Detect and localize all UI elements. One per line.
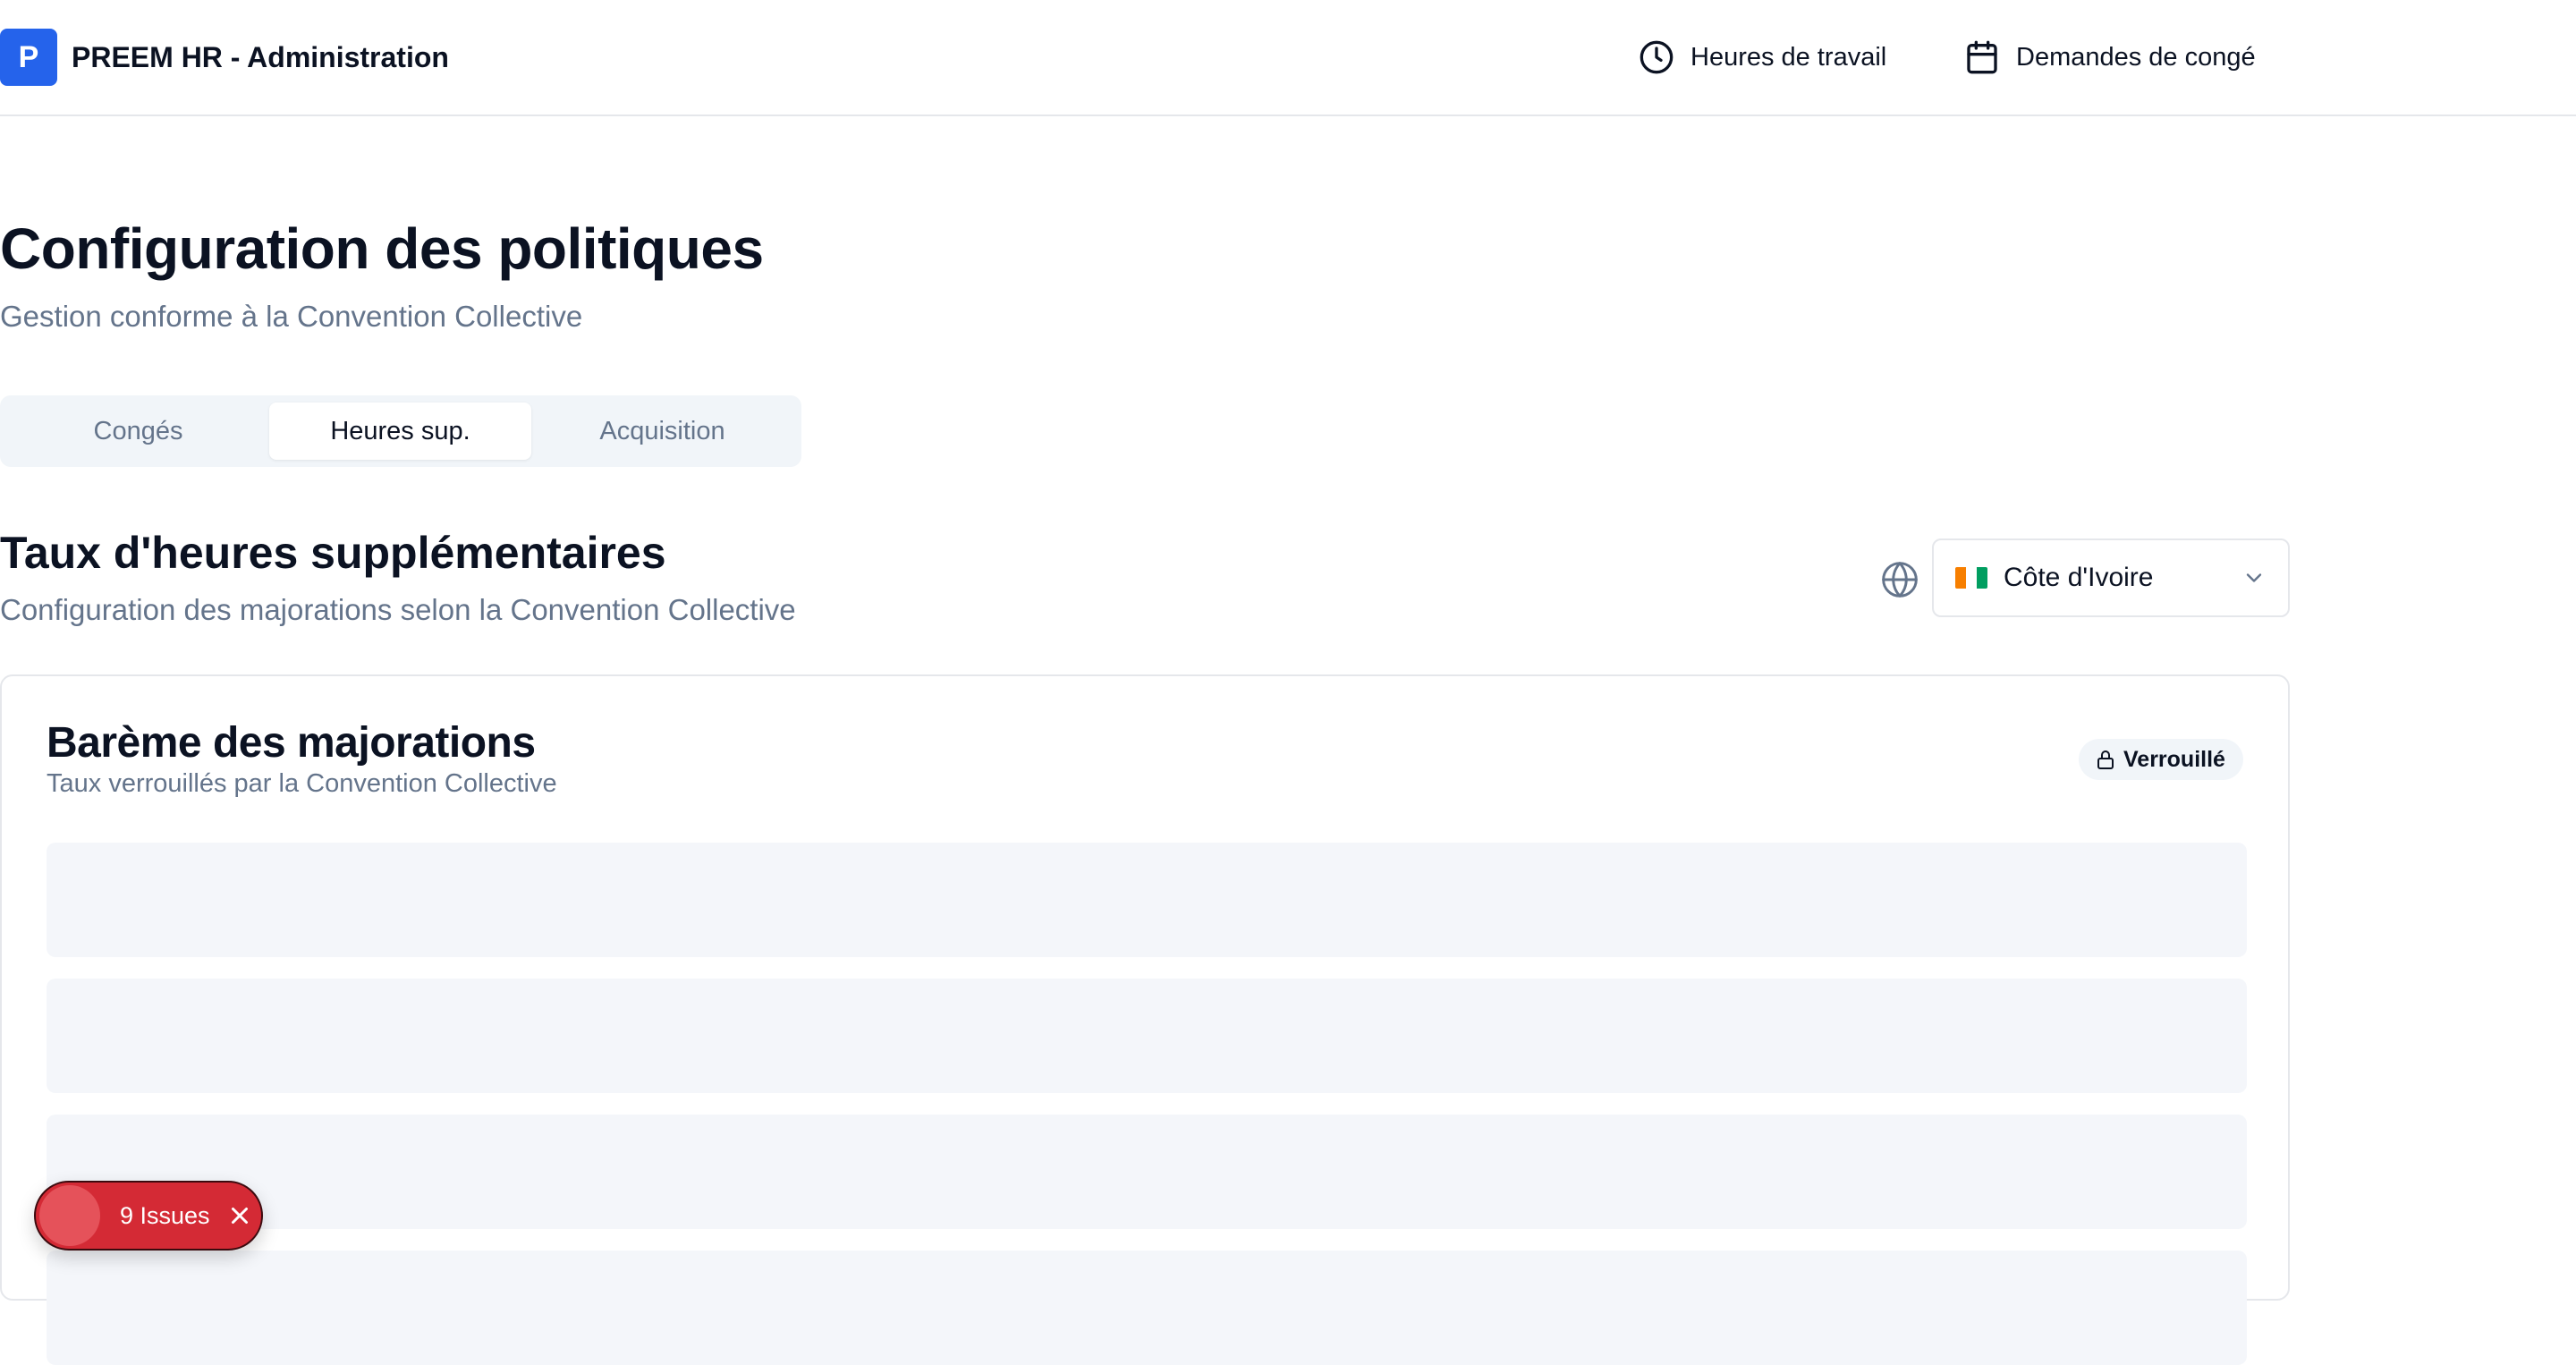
logo-letter: P [18, 39, 39, 74]
issues-label: 9 Issues [120, 1201, 210, 1229]
top-navbar: P PREEM HR - Administration Heures de tr… [0, 0, 2576, 116]
nav-link-label: Heures de travail [1690, 42, 1887, 72]
section-title: Taux d'heures supplémentaires [0, 528, 666, 578]
section-subtitle: Configuration des majorations selon la C… [0, 593, 796, 626]
policy-tabs: Congés Heures sup. Acquisition [0, 395, 801, 467]
nav-link-working-hours[interactable]: Heures de travail [1639, 36, 1886, 79]
lock-icon [2097, 750, 2114, 769]
chevron-down-icon [2246, 573, 2262, 582]
calendar-icon [1967, 40, 1997, 74]
loading-skeleton-row [47, 1251, 2247, 1365]
tab-conges[interactable]: Congés [7, 403, 269, 460]
tab-heures-sup[interactable]: Heures sup. [269, 403, 531, 460]
clock-icon [1640, 40, 1674, 74]
close-icon[interactable] [226, 1202, 253, 1229]
loading-skeleton-row [47, 843, 2247, 957]
country-select-value: Côte d'Ivoire [2004, 563, 2154, 592]
rates-card: Barème des majorations Taux verrouillés … [0, 674, 2290, 1365]
nav-link-leave-requests[interactable]: Demandes de congé [1964, 36, 2256, 79]
issues-indicator [39, 1185, 100, 1246]
card-subtitle: Taux verrouillés par la Convention Colle… [47, 769, 557, 798]
globe-icon [1882, 562, 1918, 598]
card-title: Barème des majorations [47, 719, 536, 767]
issues-toast[interactable]: 9 Issues [34, 1181, 263, 1251]
cote-divoire-flag-icon [1955, 567, 1987, 589]
page-title: Configuration des politiques [0, 216, 764, 281]
locked-badge-label: Verrouillé [2123, 746, 2225, 772]
loading-skeleton-row [47, 1115, 2247, 1229]
country-select[interactable]: Côte d'Ivoire [1932, 538, 2290, 617]
nav-link-label: Demandes de congé [2016, 42, 2256, 72]
app-logo[interactable]: P [0, 29, 57, 86]
tab-acquisition[interactable]: Acquisition [531, 403, 793, 460]
page-subtitle: Gestion conforme à la Convention Collect… [0, 300, 583, 333]
locked-badge: Verrouillé [2079, 739, 2243, 780]
app-title: PREEM HR - Administration [72, 41, 449, 73]
loading-skeleton-row [47, 979, 2247, 1093]
